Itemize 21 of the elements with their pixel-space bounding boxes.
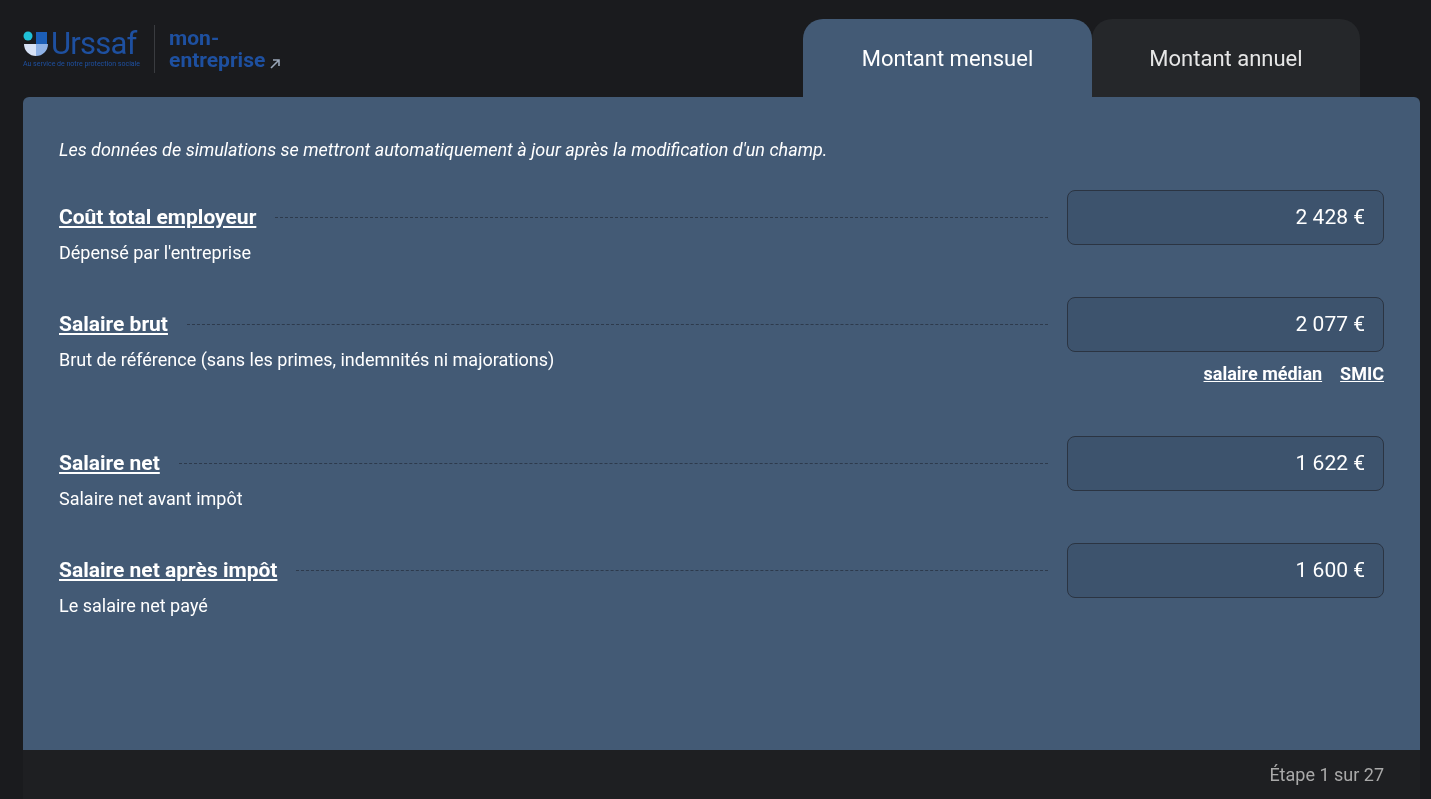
amount-field[interactable]: 1 600 €: [1067, 543, 1384, 598]
shortcut-link[interactable]: salaire médian: [1203, 360, 1323, 387]
tab[interactable]: Montant mensuel: [803, 19, 1092, 97]
amount-field[interactable]: 2 428 €: [1067, 190, 1384, 245]
shortcut-link[interactable]: SMIC: [1340, 360, 1384, 387]
field-label[interactable]: Salaire net: [59, 447, 160, 480]
amount-field[interactable]: 1 622 €: [1067, 436, 1384, 491]
tab[interactable]: Montant annuel: [1092, 19, 1360, 97]
amount-field[interactable]: 2 077 €: [1067, 297, 1384, 352]
field-description: Brut de référence (sans les primes, indemnités ni majorations): [59, 348, 555, 372]
field-description: Le salaire net payé: [59, 594, 208, 618]
external-link-icon: [269, 58, 282, 70]
field-description: Salaire net avant impôt: [59, 487, 243, 511]
notice-text: Les données de simulations se mettront automatiquement à jour après la modification d'un champ.: [59, 138, 829, 162]
field-label[interactable]: Coût total employeur: [59, 201, 257, 234]
field-description: Dépensé par l'entreprise: [59, 241, 251, 265]
step-counter: Étape 1 sur 27: [1269, 763, 1384, 787]
logo-icon: [23, 31, 49, 57]
field-label[interactable]: Salaire brut: [59, 308, 168, 341]
brand-name: Urssaf: [51, 29, 137, 59]
field-label[interactable]: Salaire net après impôt: [59, 554, 278, 587]
